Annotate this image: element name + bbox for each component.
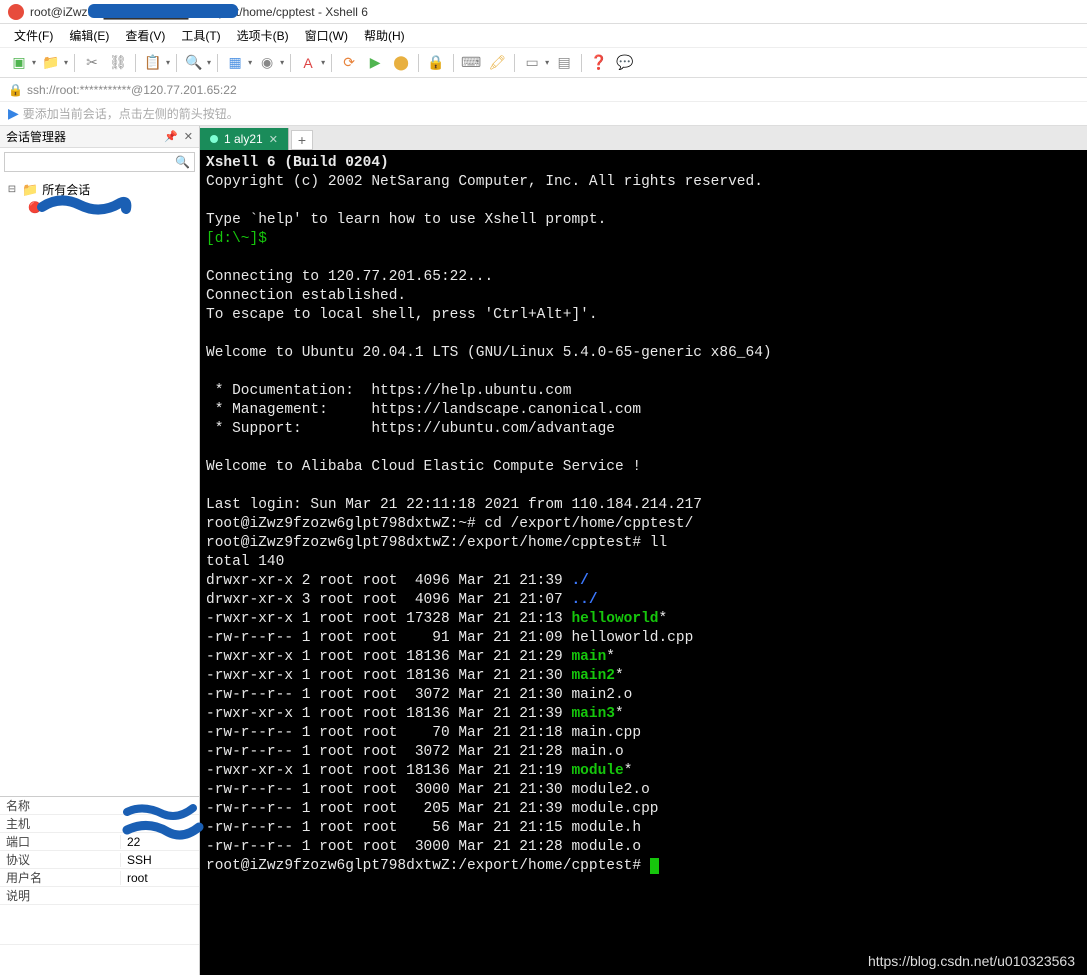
copy-icon[interactable]: 📋 [142,52,164,74]
close-panel-icon[interactable]: ✕ [184,130,193,143]
app-icon [8,4,24,20]
open-icon[interactable]: 📁 [40,52,62,74]
menu-help[interactable]: 帮助(H) [358,25,411,46]
redaction-scribble [123,804,203,822]
content-area: 1 aly21 ✕ + Xshell 6 (Build 0204) Copyri… [200,126,1087,975]
redaction-scribble [88,4,238,18]
title-bar: root@iZwz9fz██████████Z: /export/home/cp… [0,0,1087,24]
hint-text: 要添加当前会话，点击左侧的箭头按钮。 [23,105,239,122]
search-icon[interactable]: 🔍 [183,52,205,74]
sidebar-header: 会话管理器 📌 ✕ [0,126,199,148]
session-manager-panel: 会话管理器 📌 ✕ 🔍 ⊟ 📁 所有会话 🔴 aly21xxxx [0,126,200,975]
help-icon[interactable]: ❓ [588,52,610,74]
properties-grid: 名称 主机 端口 22 协议 SSH 用户名 root [0,796,199,945]
address-text: ssh://root:***********@120.77.201.65:22 [27,83,237,97]
windows-icon[interactable]: ▭ [521,52,543,74]
tab-label: 1 aly21 [224,132,263,146]
folder-icon: 📁 [22,182,38,198]
status-dot-icon [210,135,218,143]
tree-session-item[interactable]: 🔴 aly21xxxx [0,199,199,215]
menu-bar: 文件(F) 编辑(E) 查看(V) 工具(T) 选项卡(B) 窗口(W) 帮助(… [0,24,1087,48]
prop-row-username: 用户名 root [0,869,199,887]
color-icon[interactable]: ◉ [256,52,278,74]
transfer-icon[interactable]: ✂ [81,52,103,74]
refresh-icon[interactable]: ⟳ [338,52,360,74]
hint-bar: ▶ 要添加当前会话，点击左侧的箭头按钮。 [0,102,1087,126]
prop-row-port: 端口 22 [0,833,199,851]
terminal-output[interactable]: Xshell 6 (Build 0204) Copyright (c) 2002… [200,150,1087,975]
menu-tools[interactable]: 工具(T) [175,25,226,46]
session-search-input[interactable]: 🔍 [4,152,195,172]
highlight-icon[interactable]: 🖍 [486,52,508,74]
watermark-text: https://blog.csdn.net/u010323563 [868,953,1075,969]
redaction-scribble [40,197,130,217]
disconnect-icon[interactable]: ⛓ [107,52,129,74]
tab-strip: 1 aly21 ✕ + [200,126,1087,150]
ssh-lock-icon: 🔒 [8,83,23,97]
tree-root-label: 所有会话 [42,181,90,198]
sidebar-title: 会话管理器 [6,128,66,145]
new-icon[interactable]: ▣ [8,52,30,74]
tab-add-button[interactable]: + [291,130,313,150]
menu-file[interactable]: 文件(F) [8,25,59,46]
expander-icon[interactable]: ⊟ [6,184,18,195]
search-icon: 🔍 [175,155,190,169]
session-tree[interactable]: ⊟ 📁 所有会话 🔴 aly21xxxx [0,176,199,796]
tile-icon[interactable]: ▤ [553,52,575,74]
prop-row-description: 说明 [0,887,199,905]
stop-icon[interactable]: ▶ [364,52,386,74]
menu-tab[interactable]: 选项卡(B) [231,25,295,46]
keyboard-icon[interactable]: ⌨ [460,52,482,74]
toolbar: ▣▾ 📁▾ ✂ ⛓ 📋▾ 🔍▾ ▦▾ ◉▾ A▾ ⟳ ▶ ⬤ 🔒 ⌨ 🖍 ▭▾ … [0,48,1087,78]
font-icon[interactable]: A [297,52,319,74]
menu-edit[interactable]: 编辑(E) [63,25,115,46]
layout-icon[interactable]: ▦ [224,52,246,74]
tab-session[interactable]: 1 aly21 ✕ [200,128,289,150]
pin-icon[interactable]: 📌 [164,130,178,143]
prop-row-name: 名称 [0,797,199,815]
record-icon[interactable]: ⬤ [390,52,412,74]
menu-window[interactable]: 窗口(W) [299,25,354,46]
address-bar[interactable]: 🔒 ssh://root:***********@120.77.201.65:2… [0,78,1087,102]
about-icon[interactable]: 💬 [614,52,636,74]
tab-close-icon[interactable]: ✕ [269,133,278,146]
prop-row-protocol: 协议 SSH [0,851,199,869]
menu-view[interactable]: 查看(V) [119,25,171,46]
lock-icon[interactable]: 🔒 [425,52,447,74]
hint-arrow-icon[interactable]: ▶ [8,105,19,122]
